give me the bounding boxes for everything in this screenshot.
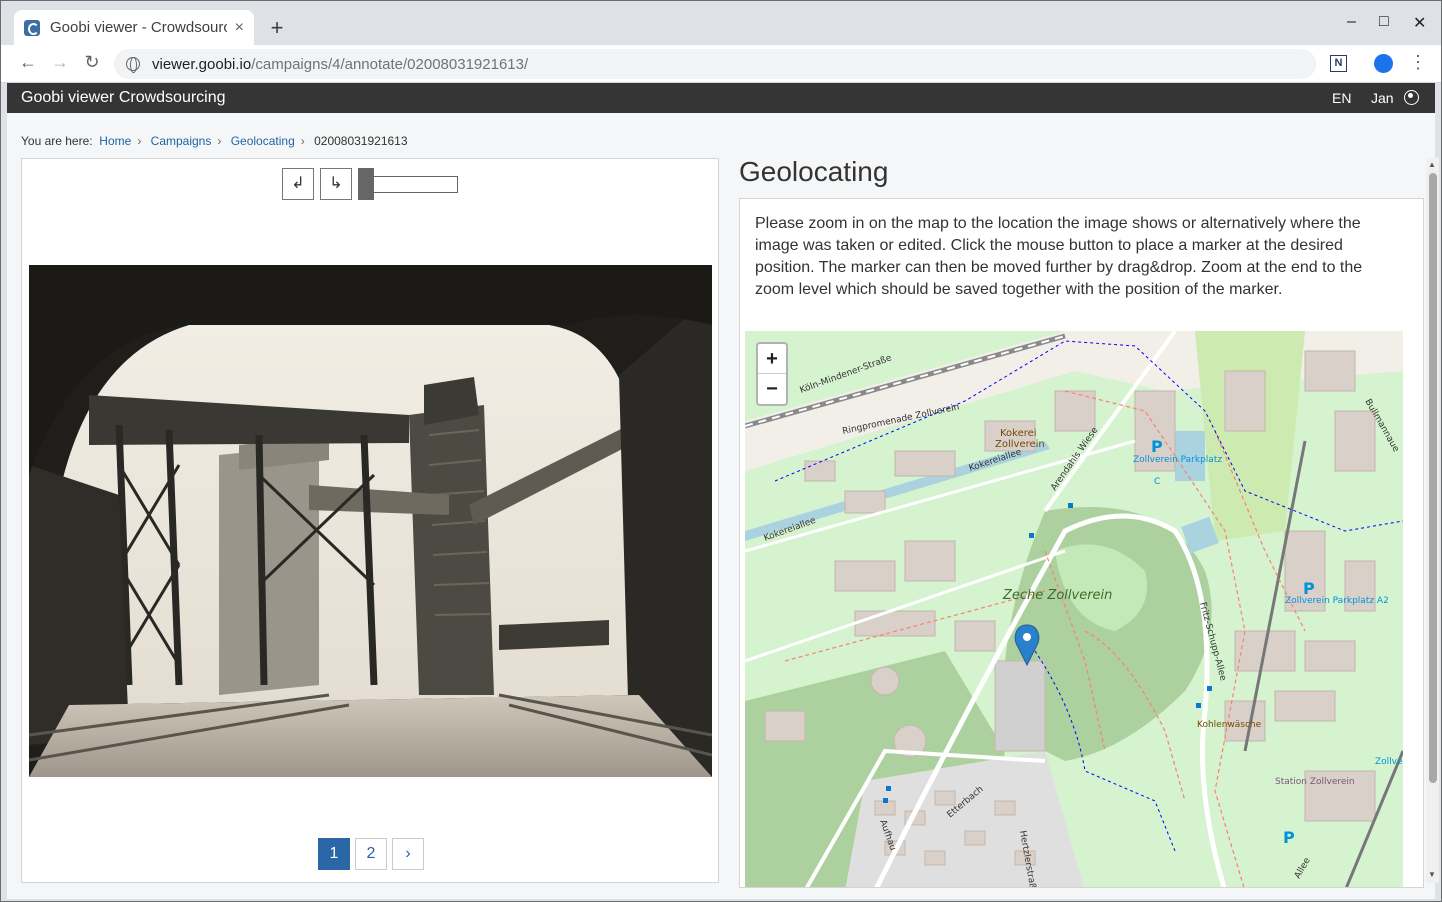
user-account-icon[interactable]: [1404, 90, 1419, 105]
back-arrow-icon[interactable]: ←: [16, 52, 40, 73]
address-bar[interactable]: viewer.goobi.io/campaigns/4/annotate/020…: [114, 49, 1316, 79]
browser-window: Goobi viewer - Crowdsourcing × + – □ ✕ ←…: [0, 0, 1442, 902]
rotate-right-button[interactable]: ↳: [320, 168, 352, 200]
app-header: Goobi viewer Crowdsourcing EN Jan: [7, 83, 1435, 113]
browser-tab[interactable]: Goobi viewer - Crowdsourcing ×: [14, 10, 254, 45]
scroll-down-icon[interactable]: ▼: [1428, 870, 1436, 879]
coking-plant-photo: [29, 265, 712, 777]
parking-icon: P: [1151, 437, 1163, 456]
image-viewer: ↲ ↳ 1 2 ›: [21, 158, 719, 883]
map-label: Zollverein Parkplatz: [1133, 455, 1222, 465]
app-title[interactable]: Goobi viewer Crowdsourcing: [21, 89, 226, 107]
browser-menu-icon[interactable]: ⋮: [1409, 52, 1427, 73]
breadcrumb: You are here: Home › Campaigns › Geolocati…: [21, 134, 408, 148]
osm-map-tiles: Köln-Mindener-Straße Ringpromenade Zollv…: [745, 331, 1403, 887]
breadcrumb-campaigns[interactable]: Campaigns: [151, 134, 212, 148]
map-label: Zollver: [1375, 757, 1403, 767]
reload-icon[interactable]: ↻: [80, 52, 104, 73]
url-host: viewer.goobi.io: [152, 55, 252, 73]
user-name[interactable]: Jan: [1371, 90, 1394, 106]
map-zoom-in-button[interactable]: +: [758, 344, 786, 374]
task-panel: Please zoom in on the map to the locatio…: [739, 198, 1424, 888]
next-page-button[interactable]: ›: [392, 838, 424, 870]
close-window-button[interactable]: ✕: [1413, 13, 1426, 33]
scroll-up-icon[interactable]: ▲: [1428, 160, 1436, 169]
parking-icon: P: [1303, 579, 1315, 598]
breadcrumb-separator: ›: [217, 134, 222, 148]
breadcrumb-geolocating[interactable]: Geolocating: [231, 134, 295, 148]
image-pager: 1 2 ›: [318, 838, 424, 870]
map-label: Station Zollverein: [1275, 777, 1355, 787]
language-switch[interactable]: EN: [1332, 90, 1351, 106]
tab-strip: Goobi viewer - Crowdsourcing × + – □ ✕: [1, 1, 1441, 45]
task-title: Geolocating: [739, 156, 889, 187]
map-zoom-control: + −: [756, 342, 788, 406]
scrollbar-thumb[interactable]: [1429, 173, 1437, 783]
map-label: Kohlenwäsche: [1197, 720, 1262, 730]
geolocation-map[interactable]: Köln-Mindener-Straße Ringpromenade Zollv…: [745, 331, 1403, 887]
map-label: Kokerei: [1000, 428, 1037, 439]
map-zoom-out-button[interactable]: −: [758, 374, 786, 404]
tab-title: Goobi viewer - Crowdsourcing: [50, 19, 227, 36]
parking-icon: P: [1283, 828, 1295, 847]
url-text: viewer.goobi.io/campaigns/4/annotate/020…: [152, 56, 528, 73]
tab-close-icon[interactable]: ×: [235, 19, 244, 37]
breadcrumb-separator: ›: [300, 134, 305, 148]
map-label: Zeche Zollverein: [1002, 588, 1112, 603]
breadcrumb-separator: ›: [137, 134, 142, 148]
extension-n-icon[interactable]: N: [1330, 55, 1347, 72]
zoom-slider-handle[interactable]: [358, 168, 374, 200]
goobi-favicon-icon: [24, 19, 40, 36]
url-path: /campaigns/4/annotate/02008031921613/: [251, 55, 529, 73]
new-tab-button[interactable]: +: [267, 15, 287, 41]
browser-toolbar: ← → ↻ viewer.goobi.io/campaigns/4/annota…: [1, 45, 1441, 83]
maximize-button[interactable]: □: [1379, 13, 1389, 31]
zoom-slider[interactable]: [360, 176, 458, 193]
profile-avatar-icon[interactable]: [1374, 54, 1393, 73]
minimize-button[interactable]: –: [1347, 13, 1356, 31]
breadcrumb-prefix: You are here:: [21, 134, 93, 148]
rotate-left-button[interactable]: ↲: [282, 168, 314, 200]
breadcrumb-current: 02008031921613: [314, 134, 408, 148]
map-label: C: [1154, 477, 1160, 487]
page-button-1[interactable]: 1: [318, 838, 350, 870]
page-content: You are here: Home › Campaigns › Geolocati…: [7, 113, 1439, 899]
panel-scrollbar[interactable]: ▲ ▼: [1426, 158, 1439, 883]
map-label: Zollverein Parkplatz A2: [1285, 596, 1389, 606]
page-button-2[interactable]: 2: [355, 838, 387, 870]
forward-arrow-icon[interactable]: →: [48, 52, 72, 73]
breadcrumb-home[interactable]: Home: [99, 134, 131, 148]
archive-photo-image[interactable]: [29, 265, 712, 777]
site-info-icon[interactable]: [126, 57, 140, 73]
task-description: Please zoom in on the map to the locatio…: [755, 215, 1363, 298]
